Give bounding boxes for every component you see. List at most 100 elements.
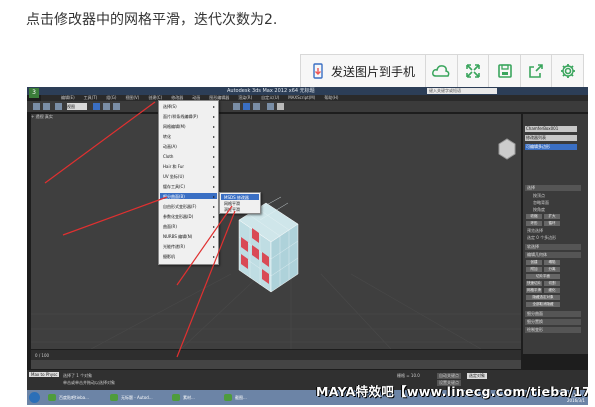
- taskbar-item[interactable]: 截图...: [223, 392, 247, 403]
- panel-item[interactable]: 忽略背面: [533, 200, 549, 206]
- max-screenshot: Autodesk 3ds Max 2012 x64 无标题 键入关键字或短语 3…: [27, 87, 588, 405]
- time-slider[interactable]: 0 / 100: [31, 350, 521, 360]
- create-button[interactable]: 创建: [526, 260, 542, 265]
- viewcube: [498, 138, 516, 160]
- main-toolbar: [27, 101, 588, 112]
- shrink-button[interactable]: 收缩: [526, 214, 542, 219]
- view-dropdown[interactable]: 视图: [67, 103, 87, 110]
- hide-selected-button[interactable]: 隐藏选定对象: [526, 295, 560, 300]
- menu-item[interactable]: Cloth: [163, 154, 173, 159]
- align-icon[interactable]: [253, 103, 260, 110]
- submenu-arrow-icon: ▸: [212, 184, 215, 189]
- attach-button[interactable]: 附加: [526, 267, 542, 272]
- submenu-arrow-icon: ▸: [212, 134, 215, 139]
- rollout-subdivision-surface[interactable]: 细分曲面: [525, 311, 581, 317]
- menu-item[interactable]: 曲面(R): [163, 224, 177, 230]
- send-to-phone-button[interactable]: 发送图片到手机: [301, 55, 427, 87]
- cloud-button[interactable]: [426, 55, 458, 87]
- slice-plane-button[interactable]: 切片平面: [526, 274, 560, 279]
- send-to-phone-label: 发送图片到手机: [331, 64, 416, 79]
- menu-item[interactable]: Hair 和 Fur: [163, 164, 184, 170]
- quickslice-button[interactable]: 快速切片: [526, 281, 542, 286]
- menu-item[interactable]: NURBS 编辑(N): [163, 234, 192, 240]
- submenu-arrow-icon: ▸: [212, 164, 215, 169]
- rotate-icon[interactable]: [113, 103, 120, 110]
- meshsmooth-button[interactable]: 网格平滑: [526, 288, 542, 293]
- link-icon[interactable]: [55, 103, 62, 110]
- search-input[interactable]: 键入关键字或短语: [427, 88, 497, 94]
- menu-item[interactable]: UV 坐标(U): [163, 174, 184, 180]
- modifier-stack-item[interactable]: 可编辑多边形: [525, 144, 577, 150]
- ring-button[interactable]: 环形: [526, 221, 542, 226]
- detach-button[interactable]: 分离: [544, 267, 560, 272]
- save-icon: [497, 64, 512, 78]
- taskbar-item[interactable]: 无标题 - Autod...: [109, 392, 153, 403]
- submenu-arrow-icon: ▸: [212, 174, 215, 179]
- title-bar: Autodesk 3ds Max 2012 x64 无标题 键入关键字或短语: [27, 87, 588, 95]
- rollout-paint-deformation[interactable]: 绘制变形: [525, 327, 581, 333]
- menu-item[interactable]: 光能传递(R): [163, 244, 185, 250]
- menu-item[interactable]: 缓存工具(C): [163, 184, 185, 190]
- grow-button[interactable]: 扩大: [544, 214, 560, 219]
- menu-item[interactable]: 细分曲面(B): [163, 194, 185, 200]
- command-panel: [523, 114, 588, 354]
- unhide-all-button[interactable]: 全部取消隐藏: [526, 302, 560, 307]
- menu-item[interactable]: 选择(S): [163, 104, 177, 110]
- app-logo[interactable]: 3: [29, 88, 39, 98]
- submenu-item[interactable]: 涡轮平滑: [224, 207, 240, 213]
- viewport-scene: [31, 138, 521, 350]
- status-hint: 单击或单击并拖动以选择对象: [63, 380, 115, 385]
- submenu-arrow-icon: ▸: [212, 104, 215, 109]
- panel-item: 选定 0 个多边形: [527, 235, 557, 240]
- expand-button[interactable]: [458, 55, 490, 87]
- key-filter-dropdown[interactable]: 选定对象: [467, 373, 487, 379]
- menu-item[interactable]: 参数化变形器(D): [163, 214, 193, 220]
- perspective-viewport[interactable]: [31, 114, 521, 350]
- loop-button[interactable]: 循环: [544, 221, 560, 226]
- share-icon: [529, 64, 543, 78]
- modifiers-menu: 选择(S) ▸ 面片/样条线编辑(P) ▸ 网格编辑(M) ▸ 转化 ▸ 动画(A) ▸ Cloth…: [158, 100, 219, 265]
- menu-item[interactable]: 转化: [163, 134, 171, 140]
- maxscript-listener[interactable]: Max to Physc: [29, 372, 60, 377]
- move-icon[interactable]: [103, 103, 110, 110]
- object-name-field[interactable]: ChamferBox001: [525, 126, 577, 132]
- select-icon[interactable]: [93, 103, 100, 110]
- panel-item[interactable]: 按角度: [533, 207, 545, 213]
- submenu-arrow-icon: ▸: [212, 124, 215, 129]
- rollout-edit-geometry[interactable]: 编辑几何体: [525, 252, 581, 258]
- settings-button[interactable]: [552, 55, 583, 87]
- modifier-list-dropdown[interactable]: 修改器列表: [525, 135, 577, 141]
- submenu-arrow-icon: ▸: [212, 154, 215, 159]
- render-setup-icon[interactable]: [267, 103, 274, 110]
- timeline-ticks: [31, 360, 521, 369]
- phone-send-icon: [313, 63, 323, 79]
- tessellate-button[interactable]: 细化: [544, 288, 560, 293]
- status-selection: 选择了 1 个对象: [63, 373, 93, 378]
- collapse-button[interactable]: 塌陷: [544, 260, 560, 265]
- mirror-icon[interactable]: [243, 103, 250, 110]
- save-button[interactable]: [489, 55, 521, 87]
- render-icon[interactable]: [277, 103, 284, 110]
- menu-item[interactable]: 自由形式变形器(F): [163, 204, 196, 210]
- autokey-button[interactable]: 自动关键点: [437, 373, 461, 379]
- rollout-selection[interactable]: 选择: [525, 185, 581, 191]
- share-button[interactable]: [521, 55, 553, 87]
- menu-item[interactable]: 动画(A): [163, 144, 177, 150]
- menu-item[interactable]: 摄影机: [163, 254, 175, 260]
- rollout-soft-selection[interactable]: 软选择: [525, 244, 581, 250]
- taskbar-item[interactable]: 百度贴吧tieba...: [47, 392, 89, 403]
- start-button[interactable]: [29, 392, 40, 403]
- cut-button[interactable]: 切割: [544, 281, 560, 286]
- redo-icon[interactable]: [43, 103, 50, 110]
- panel-item[interactable]: 按顶点: [533, 193, 545, 199]
- snap-icon[interactable]: [233, 103, 240, 110]
- undo-icon[interactable]: [33, 103, 40, 110]
- submenu-arrow-icon: ▸: [212, 144, 215, 149]
- preview-selection-label: 预览选择: [527, 228, 543, 233]
- menu-item[interactable]: 面片/样条线编辑(P): [163, 114, 198, 120]
- taskbar-item[interactable]: 素材...: [171, 392, 195, 403]
- menu-item[interactable]: 网格编辑(M): [163, 124, 186, 130]
- watermark-text: MAYA特效吧【www.linecg.com/tieba/1745】: [316, 384, 588, 399]
- viewport-label[interactable]: + 透视 真实: [31, 114, 53, 120]
- rollout-subdivision-displacement[interactable]: 细分置换: [525, 319, 581, 325]
